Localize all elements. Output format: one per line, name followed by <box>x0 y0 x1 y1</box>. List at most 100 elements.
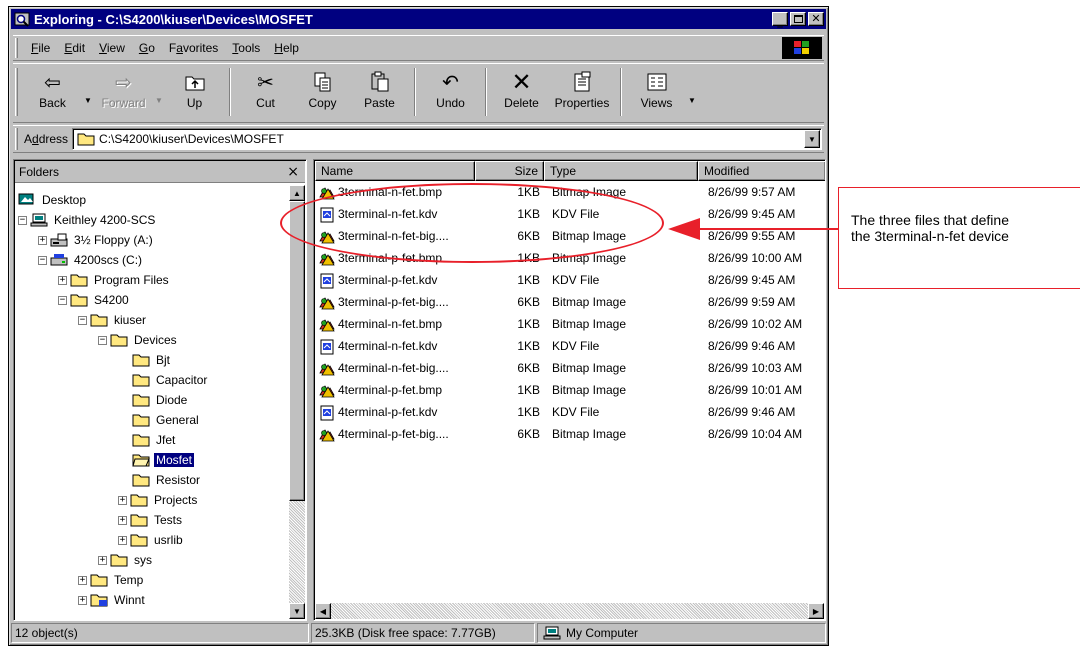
undo-label: Undo <box>436 96 465 110</box>
tree-item-sys[interactable]: + sys <box>98 550 154 570</box>
minimize-button[interactable]: _ <box>772 12 788 27</box>
undo-button[interactable]: ↶ Undo <box>422 68 479 118</box>
file-row[interactable]: 3terminal-p-fet.kdv 1KB KDV File 8/26/99 9:… <box>318 270 823 292</box>
menu-grip[interactable] <box>15 38 18 58</box>
file-row[interactable]: 4terminal-p-fet-big.... 6KB Bitmap Image 8/… <box>318 424 823 446</box>
folders-close-icon[interactable]: × <box>287 164 299 180</box>
cut-button[interactable]: ✂ Cut <box>237 68 294 118</box>
views-dropdown[interactable]: ▼ <box>685 68 699 118</box>
address-dropdown-button[interactable]: ▼ <box>804 130 820 148</box>
menu-file[interactable]: File <box>24 39 57 57</box>
column-header-modified[interactable]: Modified <box>698 161 825 181</box>
copy-button[interactable]: Copy <box>294 68 351 118</box>
back-button[interactable]: ⇦ Back <box>24 68 81 118</box>
tree-item-floppy[interactable]: + 3½ Floppy (A:) <box>38 230 155 250</box>
file-row[interactable]: 4terminal-p-fet.kdv 1KB KDV File 8/26/99 9:… <box>318 402 823 424</box>
expand-icon[interactable]: + <box>118 535 127 545</box>
paste-button[interactable]: Paste <box>351 68 408 118</box>
tree-item-resistor[interactable]: Resistor <box>132 470 202 490</box>
back-arrow-icon: ⇦ <box>44 70 61 94</box>
scissors-icon: ✂ <box>257 70 274 94</box>
properties-button[interactable]: Properties <box>550 68 614 118</box>
tree-item-devices[interactable]: − Devices <box>98 330 179 350</box>
menu-help[interactable]: Help <box>267 39 306 57</box>
scroll-down-button[interactable]: ▼ <box>289 603 305 619</box>
menu-tools[interactable]: Tools <box>225 39 267 57</box>
scroll-right-button[interactable]: ▶ <box>808 603 824 619</box>
back-dropdown[interactable]: ▼ <box>81 68 95 118</box>
tree-item-desktop[interactable]: Desktop <box>18 190 88 210</box>
folders-vertical-scrollbar[interactable]: ▲ ▼ <box>289 185 305 619</box>
tree-item-program-files[interactable]: + Program Files <box>58 270 171 290</box>
file-modified: 8/26/99 10:03 AM <box>708 361 803 375</box>
forward-dropdown[interactable]: ▼ <box>152 68 166 118</box>
tree-label: Capacitor <box>156 373 208 387</box>
tree-label: Keithley 4200-SCS <box>54 213 156 227</box>
menu-go[interactable]: Go <box>132 39 162 57</box>
tree-label: usrlib <box>154 533 183 547</box>
tree-item-keithley[interactable]: − Keithley 4200-SCS <box>18 210 157 230</box>
tree-item-diode[interactable]: Diode <box>132 390 189 410</box>
collapse-icon[interactable]: − <box>38 255 47 265</box>
tree-item-mosfet[interactable]: Mosfet <box>132 450 195 470</box>
tree-item-bjt[interactable]: Bjt <box>132 350 172 370</box>
file-row[interactable]: 4terminal-n-fet.kdv 1KB KDV File 8/26/99 9:… <box>318 336 823 358</box>
maximize-button[interactable] <box>790 12 806 26</box>
column-header-type[interactable]: Type <box>544 161 698 181</box>
expand-icon[interactable]: + <box>78 575 87 585</box>
menu-favorites[interactable]: Favorites <box>162 39 225 57</box>
tree-label: Diode <box>156 393 188 407</box>
file-row[interactable]: 4terminal-p-fet.bmp 1KB Bitmap Image 8/26/9… <box>318 380 823 402</box>
tree-item-general[interactable]: General <box>132 410 201 430</box>
address-grip[interactable] <box>15 128 18 150</box>
menu-edit[interactable]: Edit <box>57 39 92 57</box>
tree-item-s4200[interactable]: − S4200 <box>58 290 131 310</box>
tree-item-winnt[interactable]: + Winnt <box>78 590 147 610</box>
file-name: 4terminal-n-fet.bmp <box>338 317 443 331</box>
address-field[interactable]: C:\S4200\kiuser\Devices\MOSFET ▼ <box>72 128 822 150</box>
menu-view[interactable]: View <box>92 39 132 57</box>
file-row[interactable]: 4terminal-n-fet-big.... 6KB Bitmap Image 8/… <box>318 358 823 380</box>
collapse-icon[interactable]: − <box>58 295 67 305</box>
scroll-left-button[interactable]: ◀ <box>315 603 331 619</box>
explorer-icon <box>14 12 30 27</box>
status-object-count: 12 object(s) <box>11 623 309 643</box>
tree-label: Mosfet <box>154 453 195 467</box>
forward-button[interactable]: ⇨ Forward <box>95 68 152 118</box>
expand-icon[interactable]: + <box>38 235 47 245</box>
file-row[interactable]: 3terminal-p-fet-big.... 6KB Bitmap Image 8/… <box>318 292 823 314</box>
tree-item-jfet[interactable]: Jfet <box>132 430 177 450</box>
tree-item-tests[interactable]: + Tests <box>118 510 184 530</box>
column-header-size[interactable]: Size <box>475 161 544 181</box>
up-button[interactable]: Up <box>166 68 223 118</box>
column-header-name[interactable]: Name <box>315 161 475 181</box>
toolbar-grip[interactable] <box>15 68 18 116</box>
scroll-up-button[interactable]: ▲ <box>289 185 305 201</box>
toolbar-separator <box>620 68 622 116</box>
expand-icon[interactable]: + <box>118 495 127 505</box>
scroll-thumb[interactable] <box>289 201 305 501</box>
arrow-right-icon: ▶ <box>812 606 820 616</box>
tree-item-projects[interactable]: + Projects <box>118 490 199 510</box>
collapse-icon[interactable]: − <box>18 215 27 225</box>
kdv-file-icon <box>318 405 336 424</box>
expand-icon[interactable]: + <box>98 555 107 565</box>
tree-item-kiuser[interactable]: − kiuser <box>78 310 148 330</box>
tree-item-usrlib[interactable]: + usrlib <box>118 530 185 550</box>
file-horizontal-scrollbar[interactable]: ◀ ▶ <box>315 603 824 619</box>
tree-item-c-drive[interactable]: − 4200scs (C:) <box>38 250 144 270</box>
collapse-icon[interactable]: − <box>98 335 107 345</box>
expand-icon[interactable]: + <box>118 515 127 525</box>
collapse-icon[interactable]: − <box>78 315 87 325</box>
title-bar[interactable]: Exploring - C:\S4200\kiuser\Devices\MOSF… <box>11 9 826 29</box>
expand-icon[interactable]: + <box>58 275 67 285</box>
file-size: 1KB <box>517 273 540 287</box>
close-button[interactable]: ✕ <box>808 12 824 26</box>
properties-icon <box>572 68 592 96</box>
views-button[interactable]: Views <box>628 68 685 118</box>
file-row[interactable]: 4terminal-n-fet.bmp 1KB Bitmap Image 8/26/9… <box>318 314 823 336</box>
delete-button[interactable]: ✕ Delete <box>493 68 550 118</box>
tree-item-capacitor[interactable]: Capacitor <box>132 370 209 390</box>
expand-icon[interactable]: + <box>78 595 87 605</box>
tree-item-temp[interactable]: + Temp <box>78 570 145 590</box>
